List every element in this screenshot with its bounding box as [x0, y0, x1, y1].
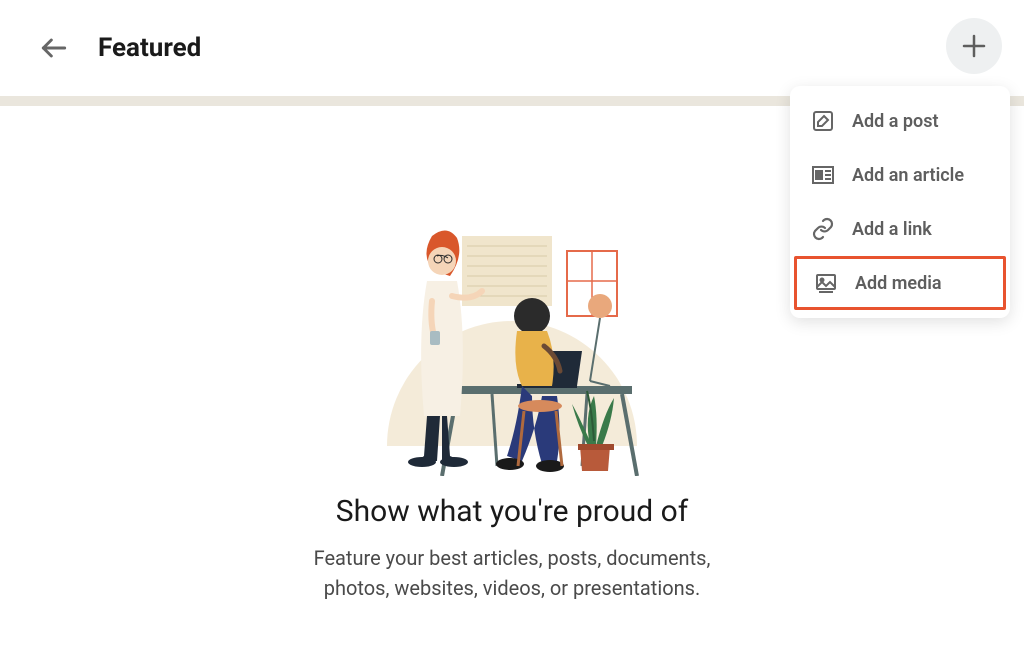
menu-item-add-article[interactable]: Add an article — [790, 148, 1010, 202]
menu-item-label: Add a post — [852, 111, 939, 132]
link-icon — [810, 216, 836, 242]
media-icon — [813, 270, 839, 296]
featured-illustration — [342, 136, 682, 476]
back-button[interactable] — [30, 24, 78, 72]
empty-state-headline: Show what you're proud of — [336, 494, 688, 529]
back-arrow-icon — [38, 32, 70, 64]
menu-item-label: Add media — [855, 273, 942, 294]
menu-item-add-media[interactable]: Add media — [794, 256, 1006, 310]
menu-item-label: Add a link — [852, 219, 932, 240]
plus-icon — [959, 31, 989, 61]
add-button[interactable] — [946, 18, 1002, 74]
add-dropdown-menu: Add a post Add an article Add a link — [790, 86, 1010, 318]
article-icon — [810, 162, 836, 188]
empty-state-subtext: Feature your best articles, posts, docum… — [292, 543, 732, 603]
menu-item-label: Add an article — [852, 165, 964, 186]
page-title: Featured — [98, 33, 201, 63]
menu-item-add-post[interactable]: Add a post — [790, 94, 1010, 148]
edit-icon — [810, 108, 836, 134]
header: Featured — [0, 0, 1024, 96]
menu-item-add-link[interactable]: Add a link — [790, 202, 1010, 256]
